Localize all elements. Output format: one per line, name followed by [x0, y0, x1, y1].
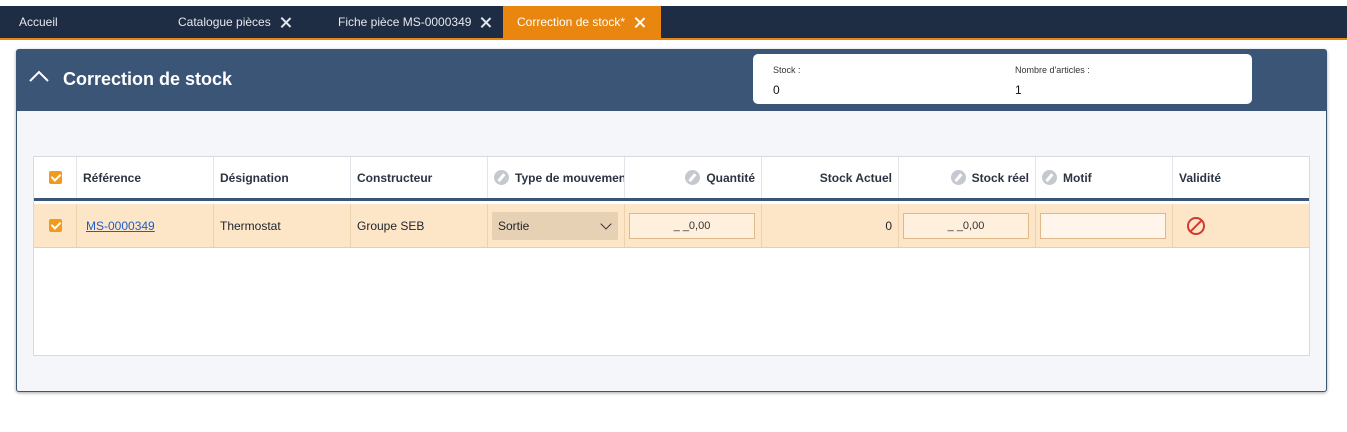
- type-mouvement-select[interactable]: Sortie: [492, 211, 618, 240]
- articles-label: Nombre d'articles :: [1015, 65, 1090, 75]
- panel-header: Correction de stock Stock : 0 Nombre d'a…: [17, 50, 1326, 111]
- tab-label: Catalogue pièces: [178, 15, 271, 29]
- col-constructeur-label: Constructeur: [357, 170, 433, 185]
- type-mouvement-value: Sortie: [498, 218, 530, 233]
- pencil-icon: [685, 170, 701, 185]
- tab-accueil[interactable]: Accueil: [19, 6, 58, 38]
- col-stock-actuel[interactable]: Stock Actuel: [762, 157, 899, 198]
- stock-label: Stock :: [773, 65, 801, 75]
- grid-header: Référence Désignation Constructeur Type …: [34, 157, 1309, 201]
- pencil-icon: [950, 170, 966, 185]
- quantite-input[interactable]: _ _0,00: [629, 212, 755, 239]
- col-quantite[interactable]: Quantité: [625, 157, 762, 198]
- col-motif-label: Motif: [1063, 170, 1092, 185]
- articles-info: Nombre d'articles : 1: [1015, 65, 1090, 97]
- tab-catalogue-pieces[interactable]: Catalogue pièces: [178, 6, 291, 38]
- motif-input[interactable]: [1040, 212, 1166, 239]
- close-icon[interactable]: [281, 17, 291, 27]
- tab-correction-de-stock[interactable]: Correction de stock*: [503, 6, 661, 38]
- select-all-cell: [34, 157, 77, 198]
- pencil-icon: [494, 170, 509, 185]
- cell-constructeur: Groupe SEB: [351, 204, 488, 247]
- stock-value: 0: [773, 83, 780, 97]
- reference-link[interactable]: MS-0000349: [86, 219, 155, 233]
- panel-title: Correction de stock: [63, 69, 233, 89]
- col-stock-actuel-label: Stock Actuel: [819, 170, 892, 185]
- col-quantite-label: Quantité: [706, 170, 755, 185]
- col-stock-reel[interactable]: Stock réel: [899, 157, 1036, 198]
- tab-label: Correction de stock*: [517, 15, 626, 29]
- select-all-checkbox[interactable]: [48, 171, 62, 184]
- col-motif[interactable]: Motif: [1036, 157, 1173, 198]
- cell-stock-actuel: 0: [762, 204, 899, 247]
- stock-reel-input[interactable]: _ _0,00: [903, 212, 1029, 239]
- col-reference-label: Référence: [83, 170, 142, 185]
- correction-stock-panel: Correction de stock Stock : 0 Nombre d'a…: [16, 49, 1327, 392]
- cell-validite: [1173, 204, 1309, 247]
- row-select-cell: [34, 204, 77, 247]
- pencil-icon: [1042, 170, 1057, 185]
- cell-type-mouvement: Sortie: [488, 204, 625, 247]
- col-reference[interactable]: Référence: [77, 157, 214, 198]
- table-row[interactable]: MS-0000349 Thermostat Groupe SEB Sortie …: [34, 204, 1309, 248]
- cell-designation: Thermostat: [214, 204, 351, 247]
- col-validite-label: Validité: [1179, 170, 1222, 185]
- tab-label: Accueil: [19, 15, 58, 29]
- stock-info: Stock : 0: [773, 65, 801, 97]
- tab-fiche-piece[interactable]: Fiche pièce MS-0000349: [338, 6, 491, 38]
- cell-stock-reel: _ _0,00: [899, 204, 1036, 247]
- chevron-up-icon[interactable]: [29, 70, 49, 82]
- col-validite[interactable]: Validité: [1173, 157, 1309, 198]
- row-checkbox[interactable]: [48, 219, 62, 232]
- stock-correction-grid: Référence Désignation Constructeur Type …: [33, 156, 1310, 356]
- cell-quantite: _ _0,00: [625, 204, 762, 247]
- forbidden-icon: [1187, 216, 1205, 235]
- col-type-mouvement[interactable]: Type de mouvement: [488, 157, 625, 198]
- cell-motif: [1036, 204, 1173, 247]
- close-icon[interactable]: [481, 17, 491, 27]
- stock-summary-box: Stock : 0 Nombre d'articles : 1: [753, 54, 1252, 104]
- col-designation-label: Désignation: [220, 170, 289, 185]
- tab-label: Fiche pièce MS-0000349: [338, 15, 472, 29]
- close-icon[interactable]: [635, 17, 645, 27]
- col-constructeur[interactable]: Constructeur: [351, 157, 488, 198]
- chevron-down-icon: [600, 217, 612, 230]
- tab-bar-accent-line: [0, 38, 1347, 40]
- col-type-mouvement-label: Type de mouvement: [515, 170, 625, 185]
- col-designation[interactable]: Désignation: [214, 157, 351, 198]
- col-stock-reel-label: Stock réel: [971, 170, 1029, 185]
- tab-bar: Accueil Catalogue pièces Fiche pièce MS-…: [0, 6, 1347, 38]
- cell-reference: MS-0000349: [77, 204, 214, 247]
- articles-value: 1: [1015, 83, 1022, 97]
